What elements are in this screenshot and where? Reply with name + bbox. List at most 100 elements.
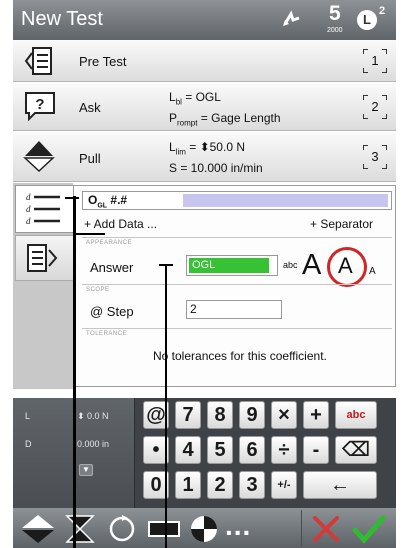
font-size-medium-button[interactable]: A <box>338 254 353 278</box>
key-divide[interactable]: ÷ <box>271 436 297 464</box>
undo-icon[interactable] <box>281 10 303 30</box>
corner-mark <box>382 49 387 54</box>
step-scope-label: @ Step <box>90 304 134 319</box>
step-label: Pre Test <box>79 54 127 69</box>
font-size-large-button[interactable]: A <box>302 250 321 280</box>
pull-icon <box>23 141 55 173</box>
divider <box>82 237 392 238</box>
svg-text:d: d <box>26 204 31 214</box>
step-row-pull[interactable]: Pull Llim = ⬍50.0 N S = 10.000 in/min 3 <box>13 132 396 182</box>
data-name-text: OGL #.# <box>88 193 128 210</box>
step-label: Ask <box>79 100 101 115</box>
more-steps-button[interactable]: ... <box>225 510 251 542</box>
data-step-icon[interactable] <box>147 514 181 544</box>
divider <box>82 328 392 329</box>
cancel-icon[interactable] <box>309 514 343 544</box>
detail-line-1: Lbl = OGL <box>169 90 221 107</box>
key-7[interactable]: 7 <box>175 401 201 429</box>
key-9[interactable]: 9 <box>239 401 265 429</box>
cycle-step-icon[interactable] <box>107 514 137 544</box>
displacement-value: 0.000 in <box>77 439 110 449</box>
answer-label: Answer <box>90 260 134 275</box>
step-number: 2 <box>363 95 387 119</box>
svg-text:?: ? <box>35 96 44 113</box>
key-minus[interactable]: - <box>303 436 329 464</box>
key-abc[interactable]: abc <box>335 401 377 429</box>
left-step-tiles: d d d <box>13 183 73 389</box>
add-data-button[interactable]: + Add Data ... <box>84 217 157 231</box>
corner-mark <box>382 95 387 100</box>
svg-text:d: d <box>26 192 31 202</box>
key-4[interactable]: 4 <box>175 436 201 464</box>
device-screen: New Test 5 2000 L 2 Pre Test 1 ? Ask Lbl… <box>13 0 396 548</box>
data-list-icon: d d d <box>26 192 60 226</box>
answer-field[interactable]: OGL <box>186 255 278 276</box>
key-3[interactable]: 3 <box>239 471 265 499</box>
corner-mark <box>363 164 368 169</box>
corner-mark <box>363 49 368 54</box>
step-number-text: 1 <box>371 53 379 68</box>
post-test-icon <box>27 244 58 272</box>
corner-mark <box>363 114 368 119</box>
answer-value: OGL <box>189 258 269 273</box>
readout-dropdown-icon[interactable]: ▼ <box>79 464 93 476</box>
step-row-pre-test[interactable]: Pre Test 1 <box>13 40 396 82</box>
callout-line <box>159 264 173 266</box>
callout-line <box>73 196 76 548</box>
step-number: 1 <box>363 49 387 73</box>
name-field-highlight <box>183 194 388 207</box>
step-detail: Llim = ⬍50.0 N S = 10.000 in/min <box>169 139 263 177</box>
key-plus[interactable]: + <box>303 401 329 429</box>
step-number-text: 3 <box>371 149 379 164</box>
key-5[interactable]: 5 <box>207 436 233 464</box>
ask-icon: ? <box>25 92 55 122</box>
abc-keyboard-toggle[interactable]: abc <box>283 260 298 270</box>
corner-mark <box>382 164 387 169</box>
ok-checkmark-icon[interactable] <box>351 514 387 544</box>
keypad-area: L ⬍ 0.0 N D 0.000 in ▼ @ 7 8 9 × + abc •… <box>13 398 396 508</box>
step-label: Pull <box>79 151 101 166</box>
next-step-tile[interactable] <box>15 235 73 281</box>
key-plus-minus[interactable]: +/- <box>271 471 297 499</box>
step-number: 3 <box>363 145 387 169</box>
title-bar: New Test 5 2000 L 2 <box>13 0 396 40</box>
key-6[interactable]: 6 <box>239 436 265 464</box>
corner-mark <box>382 68 387 73</box>
clock-icon[interactable]: L <box>357 10 377 30</box>
backspace-key[interactable]: ⌫ <box>335 436 377 464</box>
key-multiply[interactable]: × <box>271 401 297 429</box>
load-value: ⬍ 0.0 N <box>77 411 109 421</box>
svg-text:d: d <box>26 216 31 226</box>
corner-mark <box>363 68 368 73</box>
key-2[interactable]: 2 <box>207 471 233 499</box>
calibrate-step-icon[interactable] <box>189 514 219 544</box>
pull-step-icon[interactable] <box>21 514 55 544</box>
key-8[interactable]: 8 <box>207 401 233 429</box>
step-row-ask[interactable]: ? Ask Lbl = OGL Prompt = Gage Length 2 <box>13 83 396 131</box>
enter-key[interactable]: ← <box>303 471 377 499</box>
detail-line-2: S = 10.000 in/min <box>169 161 263 176</box>
corner-mark <box>382 145 387 150</box>
corner-mark <box>363 145 368 150</box>
tolerance-header: TOLERANCE <box>86 331 128 337</box>
bottom-toolbar: ... <box>13 508 396 548</box>
step-number-text: 2 <box>371 99 379 114</box>
callout-line <box>75 233 105 235</box>
step-scope-input[interactable]: 2 <box>186 300 282 319</box>
toolbar-divider <box>301 510 302 546</box>
hold-step-icon[interactable] <box>65 514 95 544</box>
add-separator-button[interactable]: + Separator <box>310 217 373 231</box>
scope-header: SCOPE <box>86 287 110 293</box>
data-name-field[interactable]: OGL #.# <box>82 191 392 210</box>
page-title: New Test <box>21 8 103 30</box>
detail-line-2: Prompt = Gage Length <box>169 111 281 128</box>
font-size-small-button[interactable]: A <box>369 266 376 277</box>
step-detail: Lbl = OGL Prompt = Gage Length <box>169 89 281 132</box>
clock-count: 2 <box>379 5 386 17</box>
selected-step-tile[interactable]: d d d <box>15 185 73 233</box>
key-1[interactable]: 1 <box>175 471 201 499</box>
divider <box>82 284 392 285</box>
data-edit-panel: OGL #.# + Add Data ... + Separator APPEA… <box>73 185 396 387</box>
callout-line <box>165 264 167 548</box>
step-count-sub: 2000 <box>327 27 343 34</box>
